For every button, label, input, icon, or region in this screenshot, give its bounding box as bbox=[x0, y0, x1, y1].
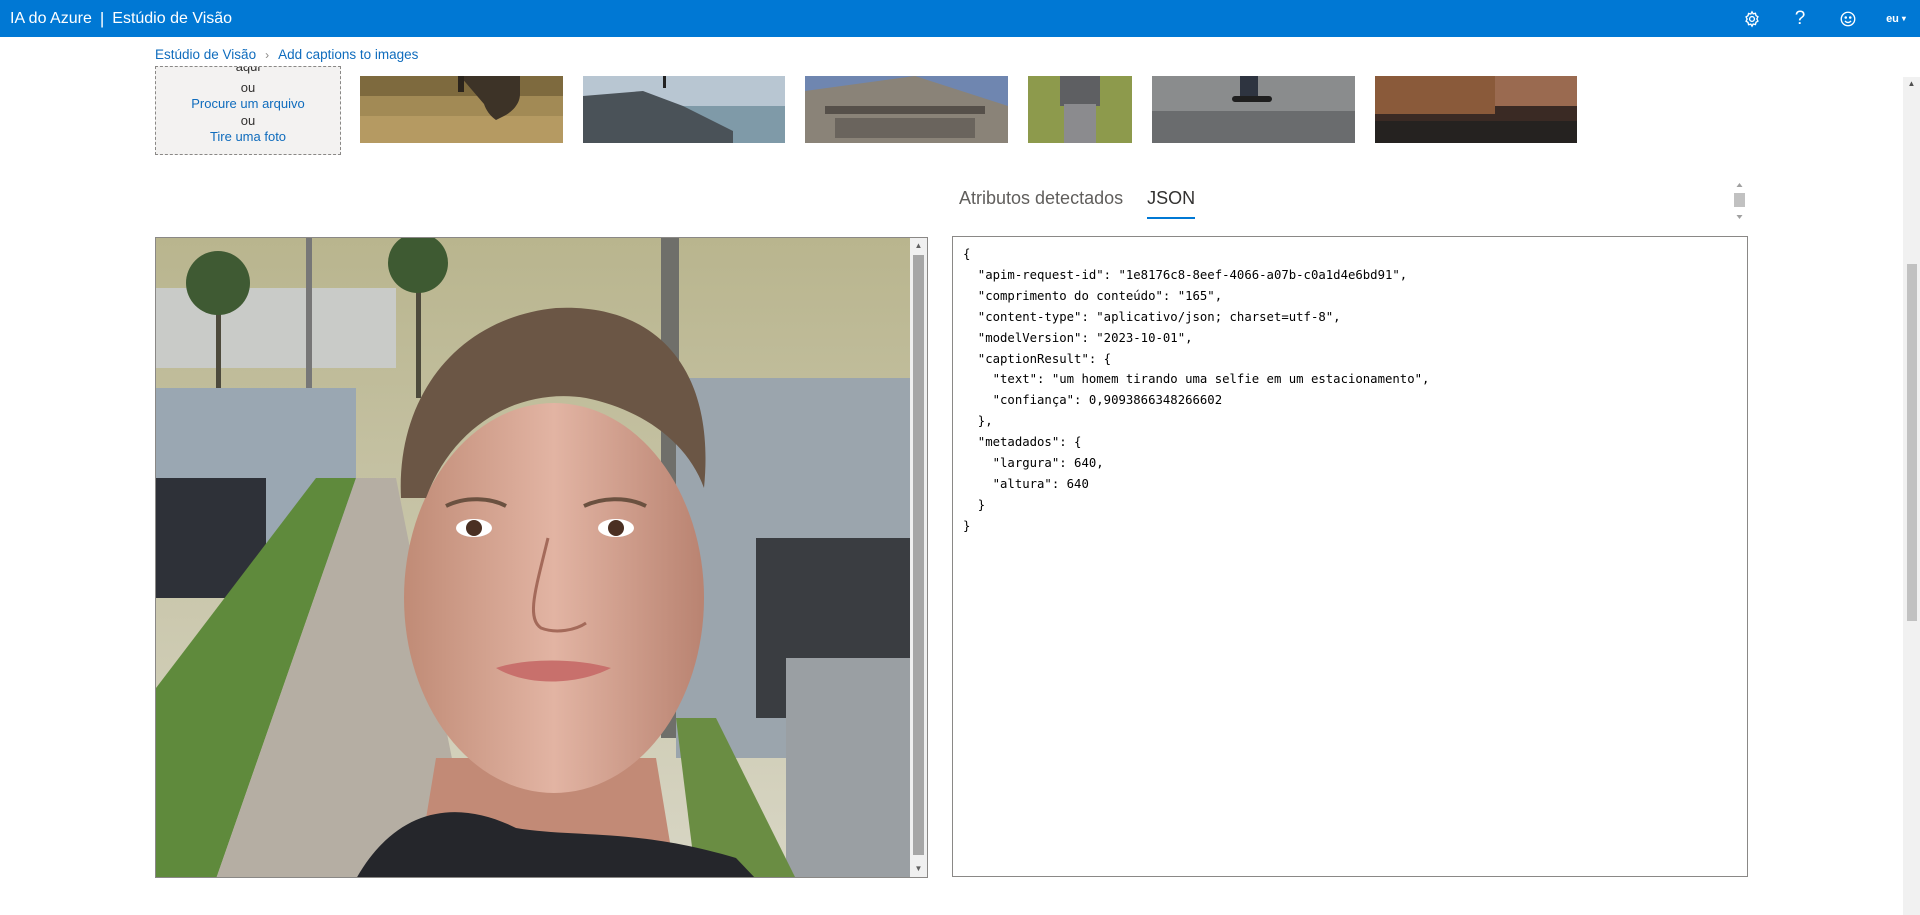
page-scrollbar[interactable]: ▲ bbox=[1903, 77, 1920, 915]
json-line: } bbox=[963, 518, 971, 533]
json-line: "metadados": { bbox=[963, 435, 1082, 450]
image-scroll-thumb[interactable] bbox=[913, 255, 924, 855]
upload-or-text: ou bbox=[240, 80, 256, 95]
sample-image-building[interactable] bbox=[805, 76, 1008, 143]
help-icon[interactable]: ? bbox=[1776, 0, 1824, 37]
json-line: "altura": 640 bbox=[963, 476, 1089, 491]
json-line: }, bbox=[963, 414, 993, 429]
json-line: "modelVersion": "2023-10-01", bbox=[963, 330, 1193, 345]
upload-drop-text: aqui bbox=[235, 66, 261, 74]
take-photo-link[interactable]: Tire uma foto bbox=[156, 129, 340, 145]
json-line: "largura": 640, bbox=[963, 456, 1104, 471]
title-separator: | bbox=[99, 8, 105, 28]
json-line: "captionResult": { bbox=[963, 351, 1112, 366]
sample-image-coast[interactable] bbox=[583, 76, 785, 143]
json-line: "comprimento do conteúdo": "165", bbox=[963, 288, 1223, 303]
json-line: "text": "um homem tirando uma selfie em … bbox=[963, 372, 1430, 387]
page-scroll-up-icon[interactable]: ▲ bbox=[1903, 77, 1920, 91]
sample-image-animal[interactable] bbox=[360, 76, 563, 143]
breadcrumb-current-link[interactable]: Add captions to images bbox=[278, 47, 418, 62]
upload-dropzone[interactable]: aqui ou Procure um arquivo ou Tire uma f… bbox=[155, 66, 341, 155]
chevron-right-icon: › bbox=[265, 47, 270, 62]
browse-file-link[interactable]: Procure um arquivo bbox=[156, 96, 340, 112]
json-line: { bbox=[963, 247, 971, 261]
header-icons: ? eu ▾ bbox=[1728, 0, 1920, 37]
sample-image-skateboard[interactable] bbox=[1152, 76, 1355, 143]
json-line: "confiança": 0,9093866348266602 bbox=[963, 393, 1223, 408]
json-output-panel[interactable]: { "apim-request-id": "1e8176c8-8eef-4066… bbox=[952, 236, 1748, 877]
scroll-up-arrow-icon[interactable]: ▲ bbox=[910, 238, 927, 254]
image-preview-panel: ▲ ▼ bbox=[155, 237, 928, 878]
upload-or-text-2: ou bbox=[240, 113, 256, 128]
app-title[interactable]: IA do Azure bbox=[10, 10, 92, 28]
json-output: { "apim-request-id": "1e8176c8-8eef-4066… bbox=[963, 244, 1737, 537]
image-scrollbar[interactable]: ▲ ▼ bbox=[910, 238, 927, 877]
page-scroll-thumb[interactable] bbox=[1907, 264, 1917, 621]
result-tabs: Atributos detectados JSON bbox=[959, 188, 1219, 219]
language-selector[interactable]: eu ▾ bbox=[1872, 0, 1920, 37]
json-line: } bbox=[963, 497, 986, 512]
json-line: "apim-request-id": "1e8176c8-8eef-4066-a… bbox=[963, 267, 1408, 282]
scroll-down-arrow-icon[interactable]: ▼ bbox=[910, 861, 927, 877]
chevron-down-icon: ▾ bbox=[1901, 14, 1906, 23]
smiley-icon[interactable] bbox=[1824, 0, 1872, 37]
gear-icon[interactable] bbox=[1728, 0, 1776, 37]
breadcrumb: Estúdio de Visão › Add captions to image… bbox=[155, 47, 418, 62]
tab-json[interactable]: JSON bbox=[1147, 188, 1196, 219]
selfie-image bbox=[156, 238, 912, 877]
app-subtitle[interactable]: Estúdio de Visão bbox=[112, 10, 232, 28]
tabs-scrollbar[interactable] bbox=[1733, 180, 1746, 222]
breadcrumb-home-link[interactable]: Estúdio de Visão bbox=[155, 47, 256, 62]
sample-image-person[interactable] bbox=[1028, 76, 1132, 143]
sample-image-food[interactable] bbox=[1375, 76, 1577, 143]
json-line: "content-type": "aplicativo/json; charse… bbox=[963, 309, 1341, 324]
language-label: eu bbox=[1886, 12, 1899, 25]
top-bar: IA do Azure | Estúdio de Visão ? eu ▾ bbox=[0, 0, 1920, 37]
tab-detected-attributes[interactable]: Atributos detectados bbox=[959, 188, 1123, 219]
brand: IA do Azure | Estúdio de Visão bbox=[0, 9, 232, 29]
